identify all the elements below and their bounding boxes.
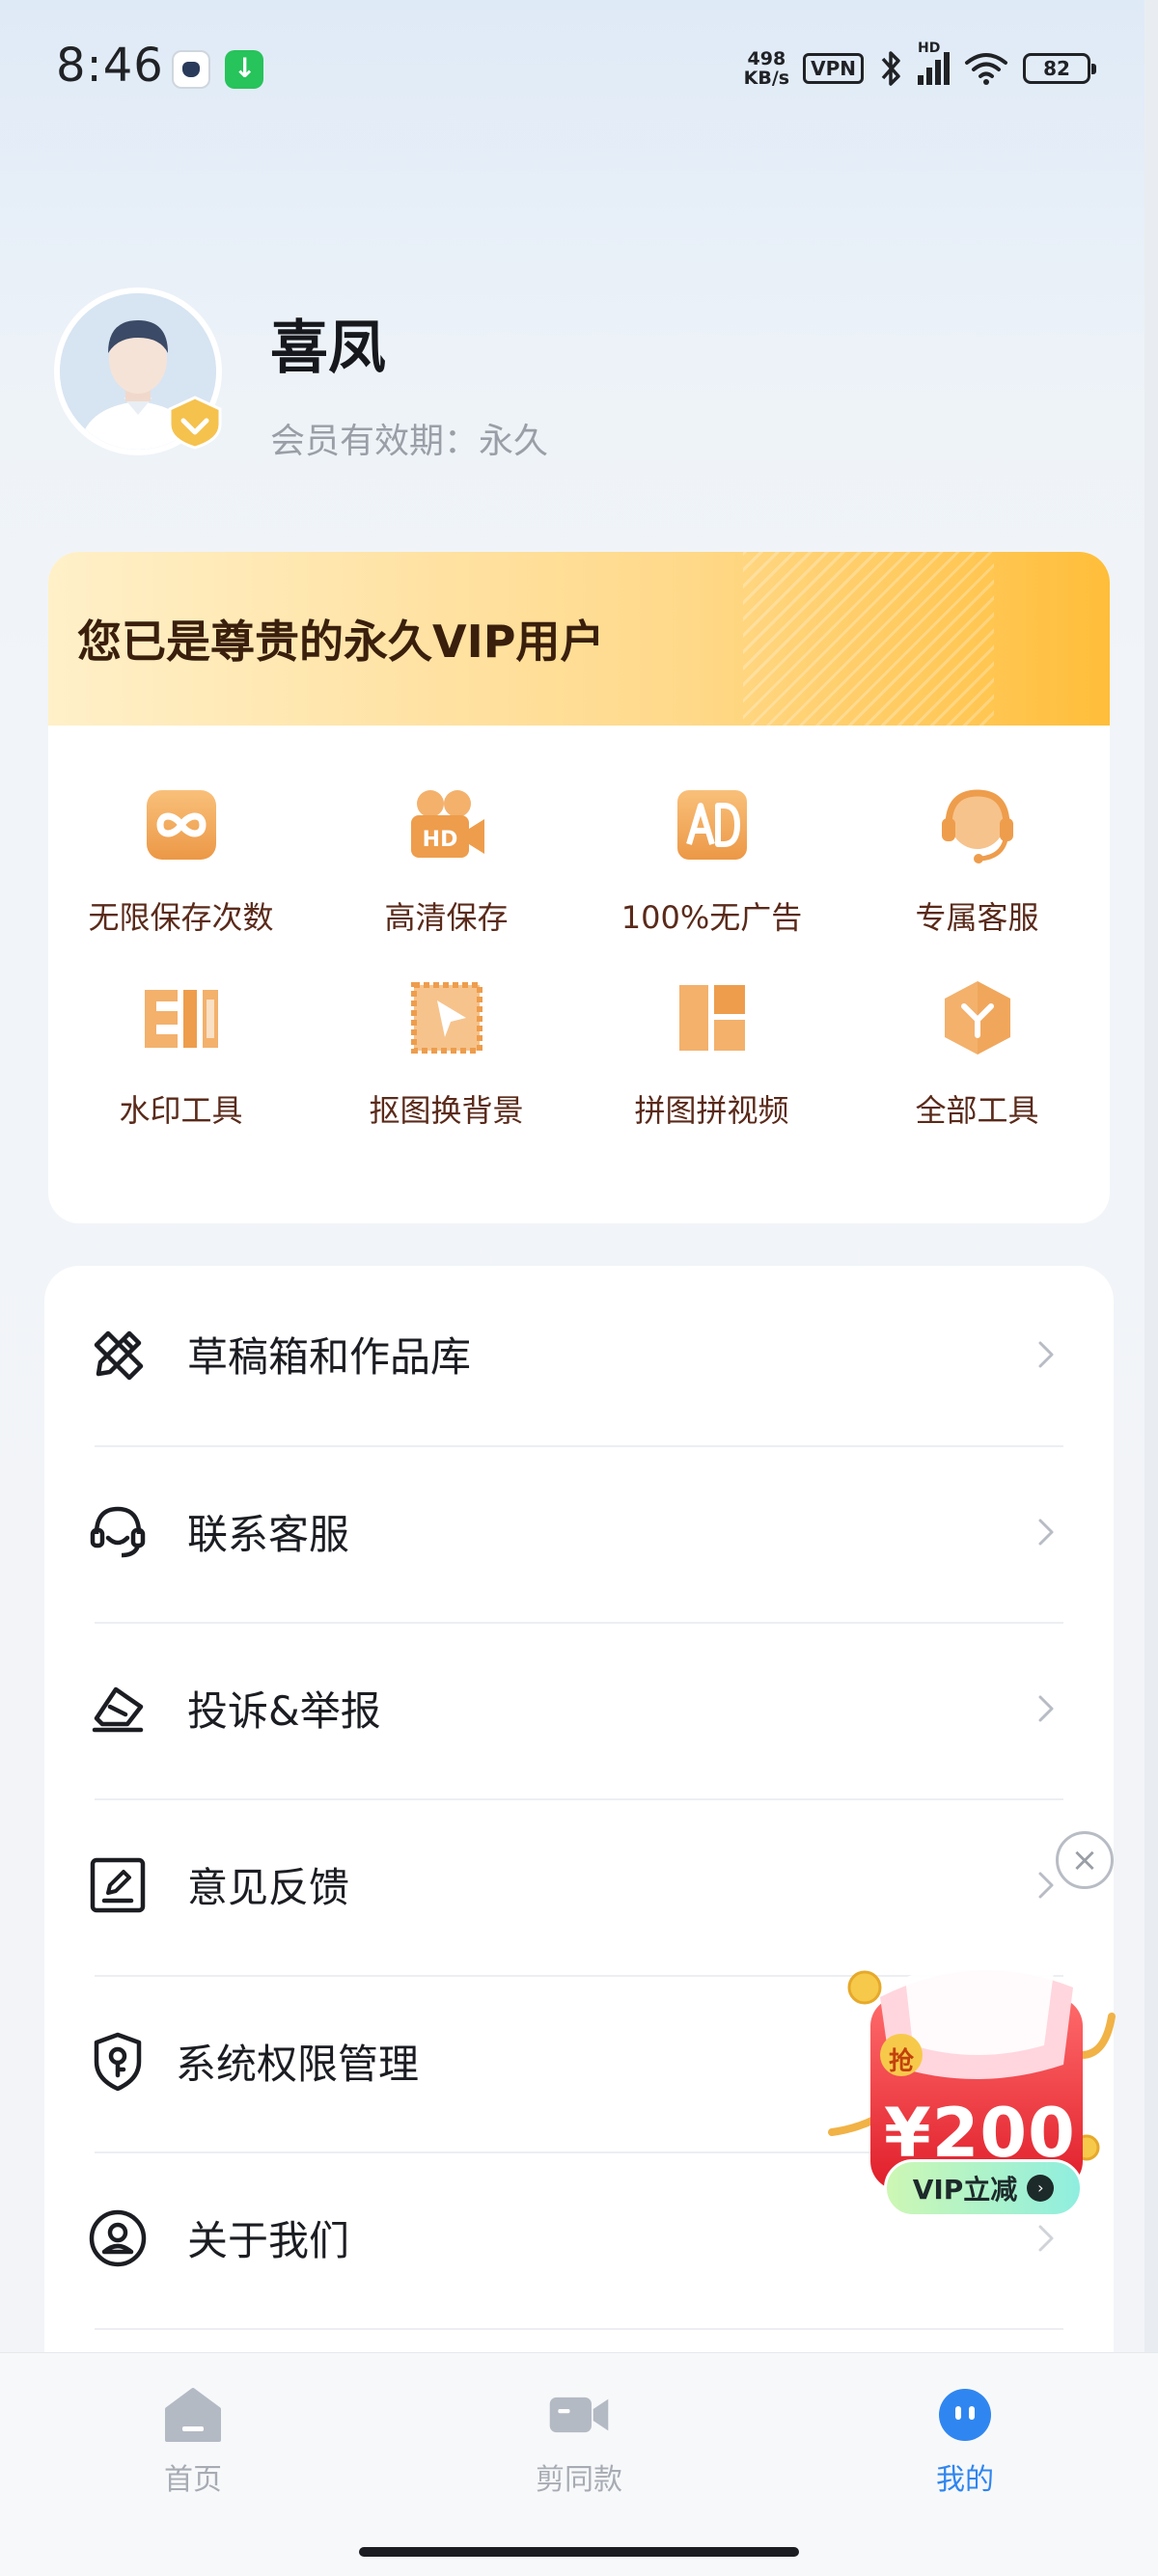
about-user-icon <box>85 2206 151 2271</box>
wifi-icon <box>965 53 1007 85</box>
watermark-icon <box>140 976 223 1059</box>
bluetooth-icon <box>881 51 900 86</box>
cat-app-icon <box>172 50 210 89</box>
scrollbar <box>1144 0 1158 2354</box>
no-ad-icon <box>671 783 754 866</box>
chevron-right-icon <box>1038 1519 1054 1545</box>
benefit-collage-video[interactable]: 拼图拼视频 <box>579 976 844 1131</box>
bottom-nav: 首页 剪同款 我的 <box>0 2352 1158 2576</box>
pencil-ruler-icon <box>85 1322 151 1387</box>
benefit-watermark-tool[interactable]: 水印工具 <box>48 976 314 1131</box>
nav-label: 首页 <box>164 2463 222 2497</box>
vip-banner[interactable]: 您已是尊贵的永久VIP用户 <box>48 552 1110 726</box>
benefit-label: 专属客服 <box>915 899 1039 936</box>
menu-label: 系统权限管理 <box>176 2041 420 2088</box>
net-speed-unit: KB/s <box>743 68 790 89</box>
chevron-right-icon <box>1038 1695 1054 1721</box>
benefit-no-ads[interactable]: 100%无广告 <box>579 783 844 938</box>
benefit-label: 100%无广告 <box>620 899 803 936</box>
status-icons: 498 KB/s VPN HD 82 <box>744 41 1096 93</box>
hd-camera-icon: HD <box>405 783 488 866</box>
benefit-unlimited-save[interactable]: 无限保存次数 <box>48 783 314 938</box>
nav-label: 剪同款 <box>536 2463 622 2497</box>
nav-label: 我的 <box>936 2463 994 2497</box>
status-time: 8:46 <box>56 39 164 93</box>
vpn-badge: VPN <box>803 53 864 84</box>
benefit-cutout-background[interactable]: 抠图换背景 <box>314 976 579 1131</box>
vip-discount-promo[interactable]: 抢 ¥200 VIP立减 › <box>813 1949 1121 2254</box>
status-bar: 8:46 498 KB/s VPN HD 82 <box>0 0 1158 135</box>
chevron-right-icon <box>1038 1341 1054 1367</box>
promo-cta-button[interactable]: VIP立减 › <box>884 2159 1083 2217</box>
vip-card: 您已是尊贵的永久VIP用户 无限保存次数 HD 高清保存 100%无广告 专属客… <box>48 552 1110 1223</box>
feedback-icon <box>85 1852 151 1918</box>
benefit-label: 抠图换背景 <box>369 1092 524 1129</box>
arrow-right-icon: › <box>1027 2175 1055 2202</box>
customer-service-icon <box>85 1499 151 1565</box>
menu-label: 联系客服 <box>187 1511 350 1558</box>
benefit-label: 无限保存次数 <box>88 899 274 936</box>
svg-text:HD: HD <box>422 828 457 852</box>
vip-badge-icon <box>168 396 222 450</box>
menu-item-report[interactable]: 投诉&举报 <box>44 1620 1114 1796</box>
menu-item-drafts[interactable]: 草稿箱和作品库 <box>44 1266 1114 1442</box>
home-indicator[interactable] <box>359 2547 799 2557</box>
download-app-icon <box>225 50 263 89</box>
video-camera-icon <box>548 2384 610 2446</box>
menu-label: 草稿箱和作品库 <box>187 1333 472 1381</box>
shield-key-icon <box>85 2029 151 2095</box>
menu-divider <box>95 2328 1063 2330</box>
promo-close-button[interactable]: × <box>1056 1831 1114 1889</box>
menu-label: 意见反馈 <box>187 1864 350 1911</box>
nav-template[interactable]: 剪同款 <box>482 2384 676 2498</box>
profile-face-icon <box>934 2384 996 2446</box>
collage-icon <box>671 976 754 1059</box>
all-tools-icon <box>936 976 1019 1059</box>
close-icon: × <box>1070 1841 1099 1879</box>
battery-icon: 82 <box>1023 53 1096 84</box>
network-label: HD <box>918 41 941 56</box>
nav-mine[interactable]: 我的 <box>868 2384 1062 2498</box>
report-icon <box>85 1676 151 1741</box>
menu-label: 关于我们 <box>187 2217 350 2264</box>
nav-home[interactable]: 首页 <box>96 2384 290 2498</box>
benefit-label: 高清保存 <box>384 899 509 936</box>
vip-benefits: 无限保存次数 HD 高清保存 100%无广告 专属客服 水印工具 抠图换背景 拼… <box>48 726 1110 1131</box>
promo-badge: 抢 <box>888 2047 914 2076</box>
vip-title: 您已是尊贵的永久VIP用户 <box>77 616 605 668</box>
benefit-label: 全部工具 <box>915 1092 1039 1129</box>
benefit-label: 水印工具 <box>119 1092 243 1129</box>
infinity-icon <box>140 783 223 866</box>
net-speed-value: 498 <box>747 48 786 69</box>
benefit-label: 拼图拼视频 <box>634 1092 789 1129</box>
menu-item-feedback[interactable]: 意见反馈 <box>44 1796 1114 1973</box>
benefit-exclusive-service[interactable]: 专属客服 <box>844 783 1110 938</box>
cutout-icon <box>405 976 488 1059</box>
member-expiry: 会员有效期：永久 <box>270 422 549 461</box>
user-name: 喜凤 <box>270 315 386 382</box>
headset-icon <box>936 783 1019 866</box>
benefit-all-tools[interactable]: 全部工具 <box>844 976 1110 1131</box>
net-speed: 498 KB/s <box>744 49 789 88</box>
signal-icon: HD <box>918 41 950 85</box>
menu-label: 投诉&举报 <box>187 1687 381 1735</box>
menu-item-contact-service[interactable]: 联系客服 <box>44 1443 1114 1620</box>
home-icon <box>162 2384 224 2446</box>
benefit-hd-save[interactable]: HD 高清保存 <box>314 783 579 938</box>
promo-cta-label: VIP立减 <box>912 2174 1018 2206</box>
